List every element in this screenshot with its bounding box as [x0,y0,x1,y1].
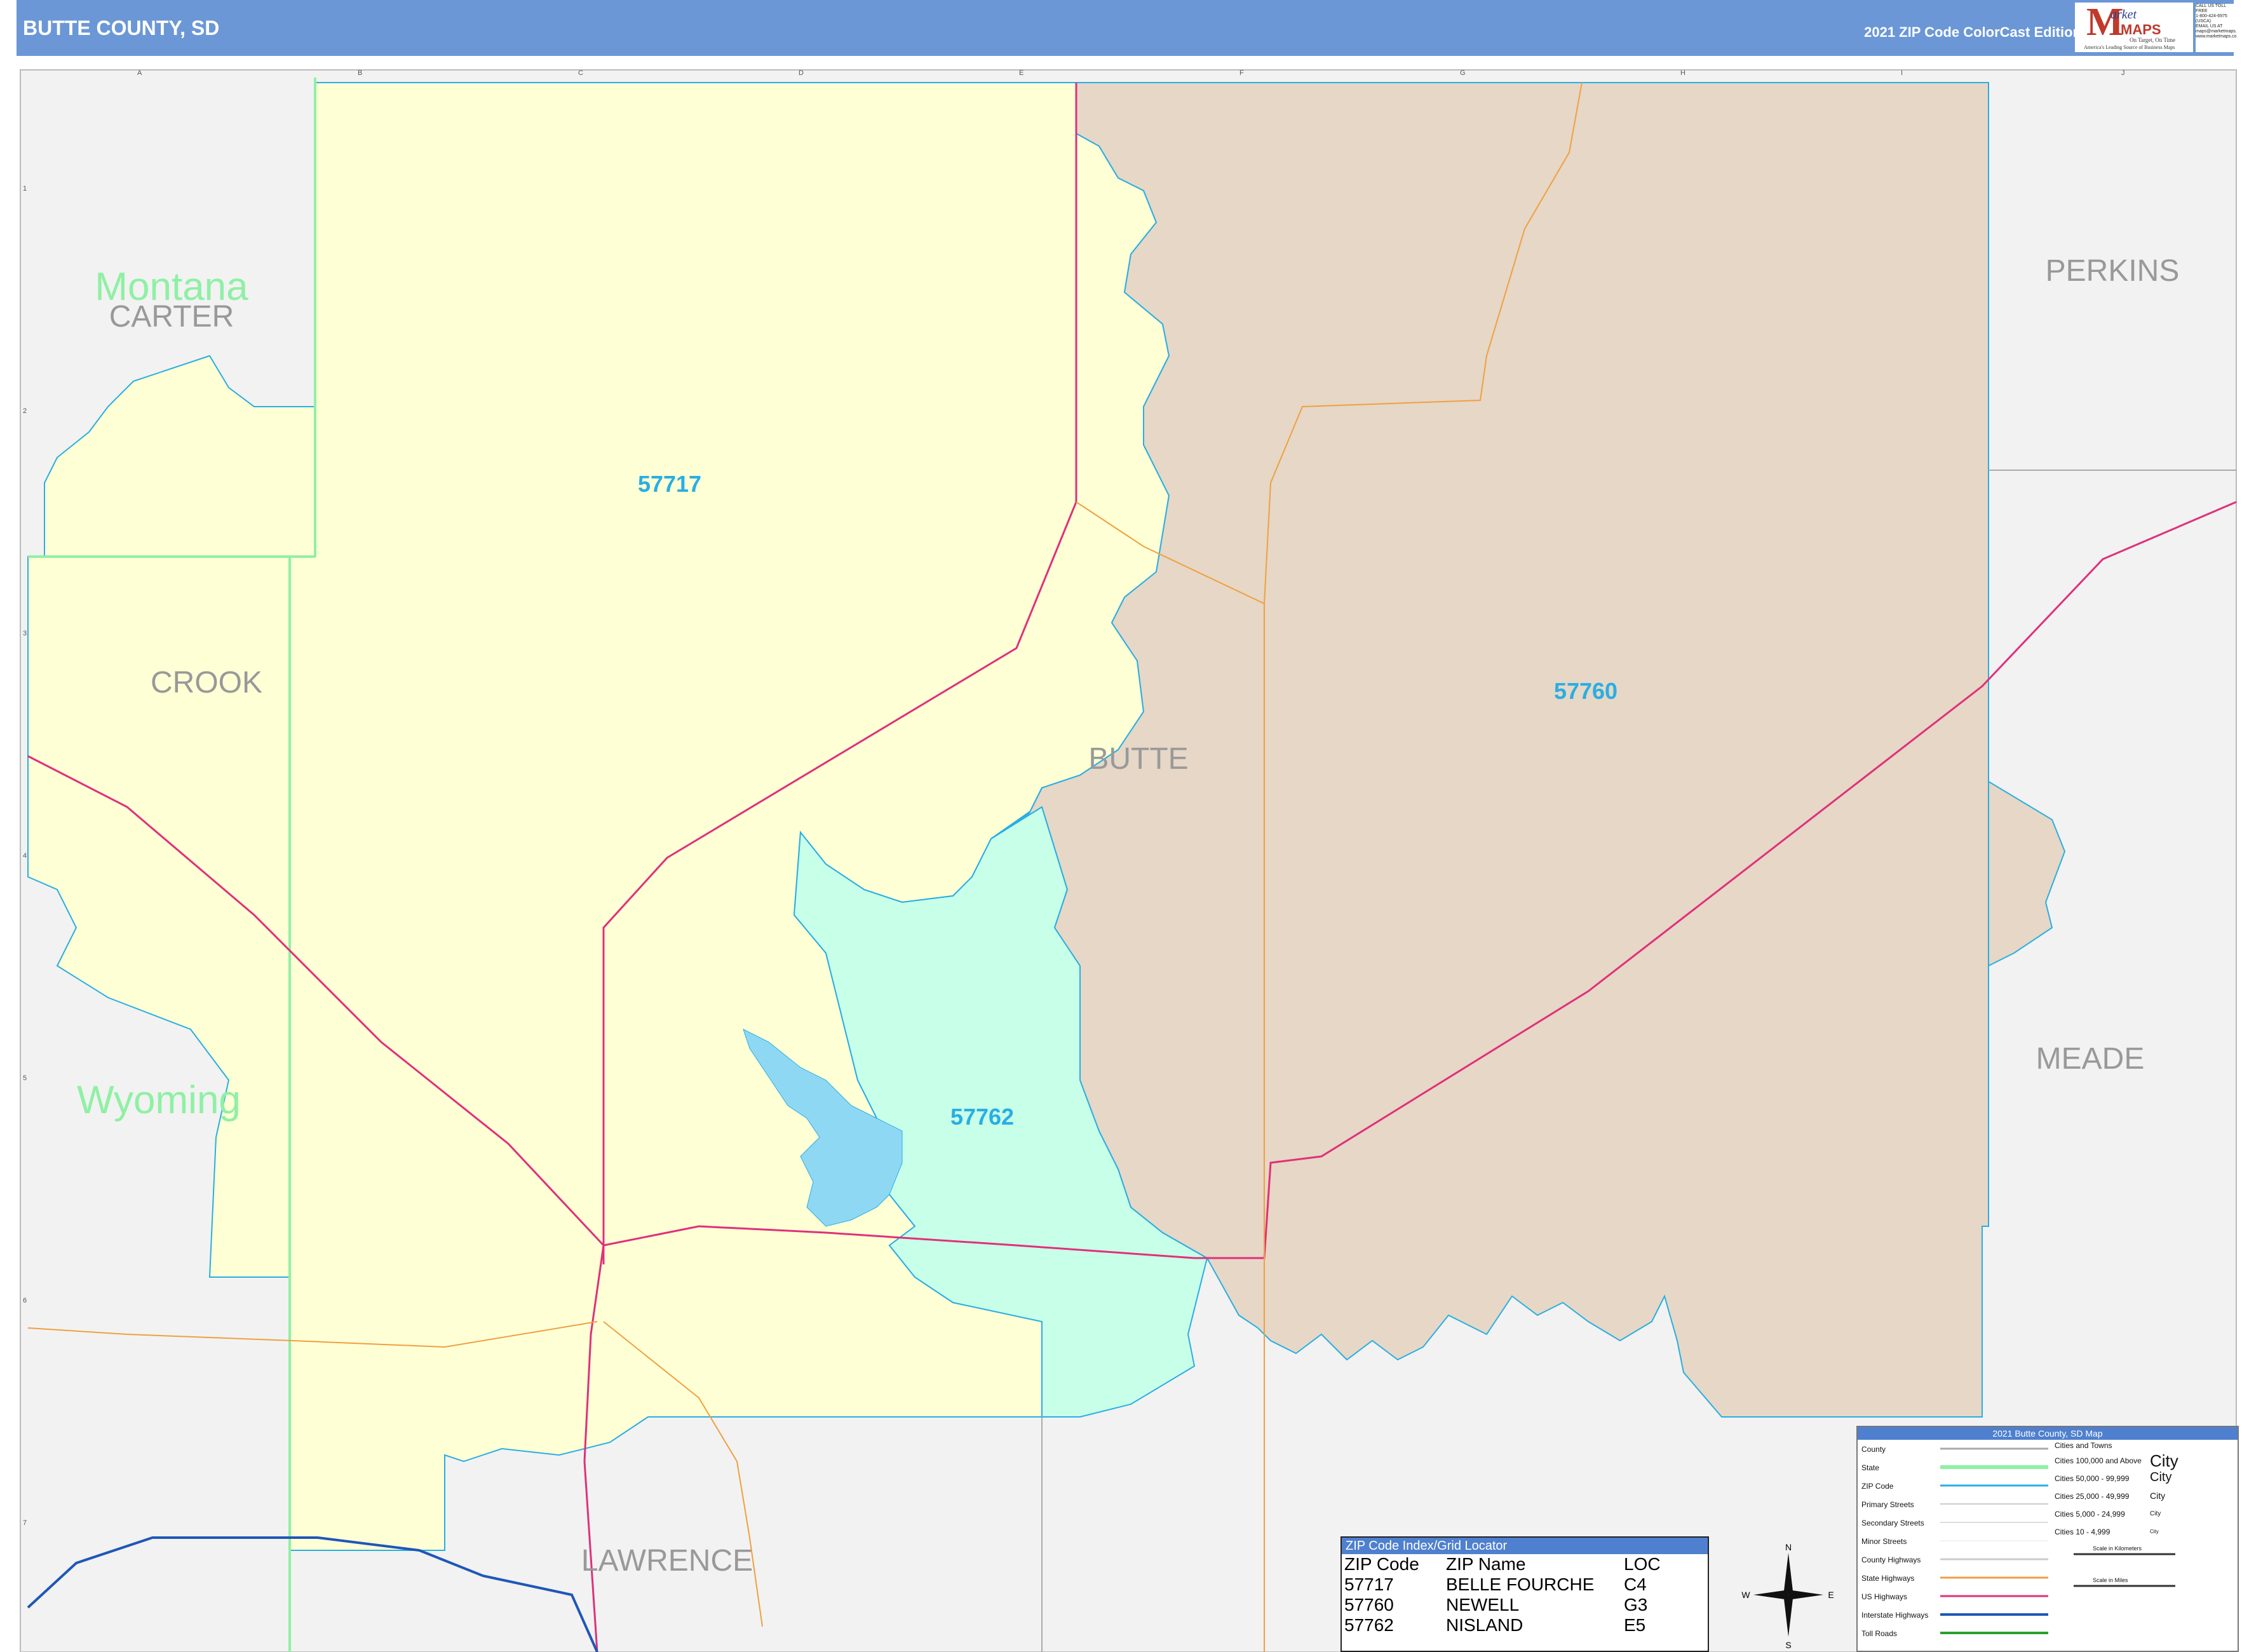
contact-line: EMAIL US AT [2196,24,2223,29]
county-label-carter: CARTER [109,300,234,334]
logo-sub: America's Leading Source of Business Map… [2084,44,2175,50]
market-maps-logo[interactable]: M arket MAPS On Target, On Time America'… [2075,1,2193,52]
grid-col-g: G [1460,69,1466,77]
county-label-lawrence: LAWRENCE [581,1544,753,1578]
state-label-wyoming: Wyoming [77,1078,241,1122]
legend-item: ZIP Code [1861,1482,1894,1491]
grid-col-b: B [358,69,362,77]
contact-line: www.marketmaps.com [2196,34,2236,39]
compass-n-label: N [1785,1542,1792,1552]
legend-item: US Highways [1861,1592,1908,1601]
grid-col-f: F [1239,69,1244,77]
compass-east-point [1788,1590,1823,1599]
zip-index-header: ZIP Name [1446,1554,1526,1574]
zip-index-row[interactable]: 57762 NISLAND E5 [1342,1615,1708,1635]
grid-row-3: 3 [23,630,27,637]
contact-line: maps@marketmaps.com [2196,29,2236,34]
map-legend: 2021 Butte County, SD Map County State Z… [1856,1426,2239,1652]
grid-col-h: H [1680,69,1685,77]
zip-index-name: BELLE FOURCHE [1446,1574,1595,1594]
zip-index-name: NISLAND [1446,1615,1523,1635]
zip-index-code: 57762 [1344,1615,1394,1635]
legend-city-sample: City [2150,1529,2159,1534]
compass-north-point [1784,1553,1793,1595]
grid-col-i: I [1901,69,1903,77]
zip-code-index: ZIP Code Index/Grid Locator ZIP Code ZIP… [1340,1536,1709,1652]
county-label-butte: BUTTE [1088,742,1188,776]
compass-s-label: S [1785,1640,1791,1649]
zip-label-57762[interactable]: 57762 [950,1104,1014,1130]
zip-index-row[interactable]: 57717 BELLE FOURCHE C4 [1342,1574,1708,1595]
contact-line: 1-800-424-6975 (USCA) [2196,14,2227,24]
compass-south-point [1784,1595,1793,1637]
zip-index-loc: G3 [1624,1595,1648,1615]
legend-scale-mi: Scale in Miles [2093,1577,2128,1583]
map-canvas[interactable]: A B C D E F G H I J 1 2 3 4 5 6 7 Montan… [0,64,2242,1652]
legend-item: Secondary Streets [1861,1519,1924,1527]
zip-index-loc: C4 [1624,1574,1647,1594]
compass-w-label: W [1741,1590,1750,1600]
grid-col-j: J [2121,69,2125,77]
legend-scale-km: Scale in Kilometers [2093,1545,2142,1552]
legend-item: Primary Streets [1861,1500,1914,1509]
grid-row-7: 7 [23,1519,27,1527]
grid-col-d: D [799,69,804,77]
map-title: BUTTE COUNTY, SD [23,17,220,39]
compass-rose: N S W E [1741,1542,1833,1649]
contact-info: CALL US TOLL FREE 1-800-424-6975 (USCA) … [2196,4,2236,52]
grid-row-6: 6 [23,1297,27,1304]
compass-west-point [1753,1590,1788,1599]
county-label-crook: CROOK [151,666,262,700]
map-header: BUTTE COUNTY, SD 2021 ZIP Code ColorCast… [17,0,2234,56]
legend-city-range: Cities 25,000 - 49,999 [2055,1492,2130,1501]
legend-item: Interstate Highways [1861,1611,1929,1620]
legend-city-range: Cities 10 - 4,999 [2055,1527,2110,1536]
legend-item: Toll Roads [1861,1629,1898,1638]
legend-item: County Highways [1861,1555,1921,1564]
legend-city-sample: City [2150,1470,2172,1484]
legend-item: County [1861,1445,1886,1454]
logo-tagline: On Target, On Time [2130,37,2176,43]
zip-index-header: LOC [1624,1554,1661,1574]
grid-row-5: 5 [23,1074,27,1082]
zip-label-57717[interactable]: 57717 [638,471,701,497]
zip-index-loc: E5 [1624,1615,1646,1635]
logo-line2: MAPS [2121,22,2161,37]
grid-row-4: 4 [23,852,27,860]
legend-city-sample: City [2150,1491,2166,1501]
grid-col-c: C [578,69,583,77]
zip-index-header: ZIP Code [1344,1554,1419,1574]
grid-col-a: A [137,69,142,77]
zip-index-header-row: ZIP Code ZIP Name LOC [1342,1554,1708,1574]
zip-index-code: 57717 [1344,1574,1394,1594]
county-label-meade: MEADE [2036,1042,2145,1076]
zip-index-row[interactable]: 57760 NEWELL G3 [1342,1595,1708,1615]
grid-row-2: 2 [23,407,27,415]
logo-line1: arket [2110,8,2137,22]
legend-item: State Highways [1861,1574,1915,1583]
zip-index-title: ZIP Code Index/Grid Locator [1342,1538,1708,1554]
legend-title: 2021 Butte County, SD Map [1858,1427,2238,1440]
map-edition: 2021 ZIP Code ColorCast Edition [1864,24,2081,40]
zip-index-name: NEWELL [1446,1595,1520,1615]
legend-city-sample: City [2150,1510,2161,1517]
legend-item: Minor Streets [1861,1537,1907,1546]
legend-item: State [1861,1463,1880,1472]
grid-row-1: 1 [23,185,27,193]
legend-city-range: Cities 100,000 and Above [2055,1456,2142,1465]
compass-e-label: E [1828,1590,1833,1600]
grid-col-e: E [1019,69,1023,77]
legend-city-range: Cities 50,000 - 99,999 [2055,1474,2130,1483]
county-label-perkins: PERKINS [2046,254,2180,288]
legend-city-sample: City [2150,1451,2178,1470]
contact-line: CALL US TOLL FREE [2196,4,2226,13]
zip-index-code: 57760 [1344,1595,1394,1615]
zip-label-57760[interactable]: 57760 [1554,678,1617,704]
legend-cities-title: Cities and Towns [2055,1441,2112,1450]
logo-letter: M [2086,1,2124,44]
legend-city-range: Cities 5,000 - 24,999 [2055,1510,2125,1519]
